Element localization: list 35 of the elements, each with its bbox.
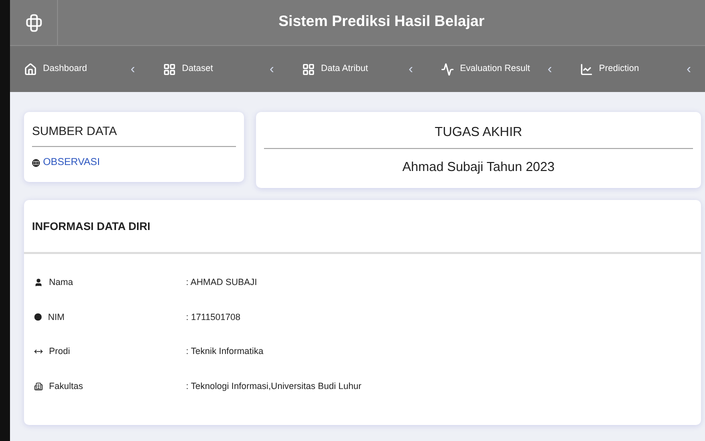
nav-link[interactable]: Dashboard bbox=[24, 62, 88, 76]
home-icon bbox=[24, 62, 37, 76]
field-value: : Teknologi Informasi,Universitas Budi Luhur bbox=[186, 380, 362, 393]
card-title: TUGAS AKHIR bbox=[264, 122, 693, 148]
arrows-icon bbox=[34, 347, 43, 356]
app-title: Sistem Prediksi Hasil Belajar bbox=[278, 12, 484, 32]
nav-link[interactable]: Evaluation Result bbox=[441, 62, 530, 76]
card-title: INFORMASI DATA DIRI bbox=[32, 221, 150, 233]
field-label: NIM bbox=[48, 310, 64, 324]
grid-icon bbox=[163, 62, 176, 76]
field-label: Prodi bbox=[49, 345, 70, 358]
field-value: : AHMAD SUBAJI bbox=[186, 276, 258, 289]
chevron-icon: ‹ bbox=[548, 59, 552, 79]
field-value: : 1711501708 bbox=[186, 310, 240, 324]
chevron-icon: ‹ bbox=[130, 59, 135, 79]
card-subtitle: Ahmad Subaji Tahun 2023 bbox=[401, 158, 556, 176]
line-chart-icon bbox=[580, 62, 593, 76]
chevron-icon: ‹ bbox=[686, 59, 691, 79]
source-link[interactable]: OBSERVASI bbox=[43, 155, 100, 170]
dot-icon bbox=[34, 313, 42, 322]
field-label: Nama bbox=[49, 276, 74, 289]
chevron-icon: ‹ bbox=[408, 59, 413, 79]
chevron-icon: ‹ bbox=[270, 59, 274, 79]
card-title: SUMBER DATA bbox=[32, 122, 236, 147]
logo-icon bbox=[26, 14, 42, 32]
nav-link[interactable]: Prediction bbox=[580, 62, 640, 76]
user-icon bbox=[34, 278, 43, 288]
grid-icon bbox=[302, 62, 315, 76]
activity-icon bbox=[441, 62, 454, 76]
globe-icon bbox=[32, 158, 40, 166]
nav-link[interactable]: Data Atribut bbox=[302, 62, 368, 76]
field-value: : Teknik Informatika bbox=[186, 345, 264, 358]
nav-link[interactable]: Dataset bbox=[163, 62, 214, 76]
building-icon bbox=[34, 382, 43, 391]
field-label: Fakultas bbox=[49, 380, 84, 392]
